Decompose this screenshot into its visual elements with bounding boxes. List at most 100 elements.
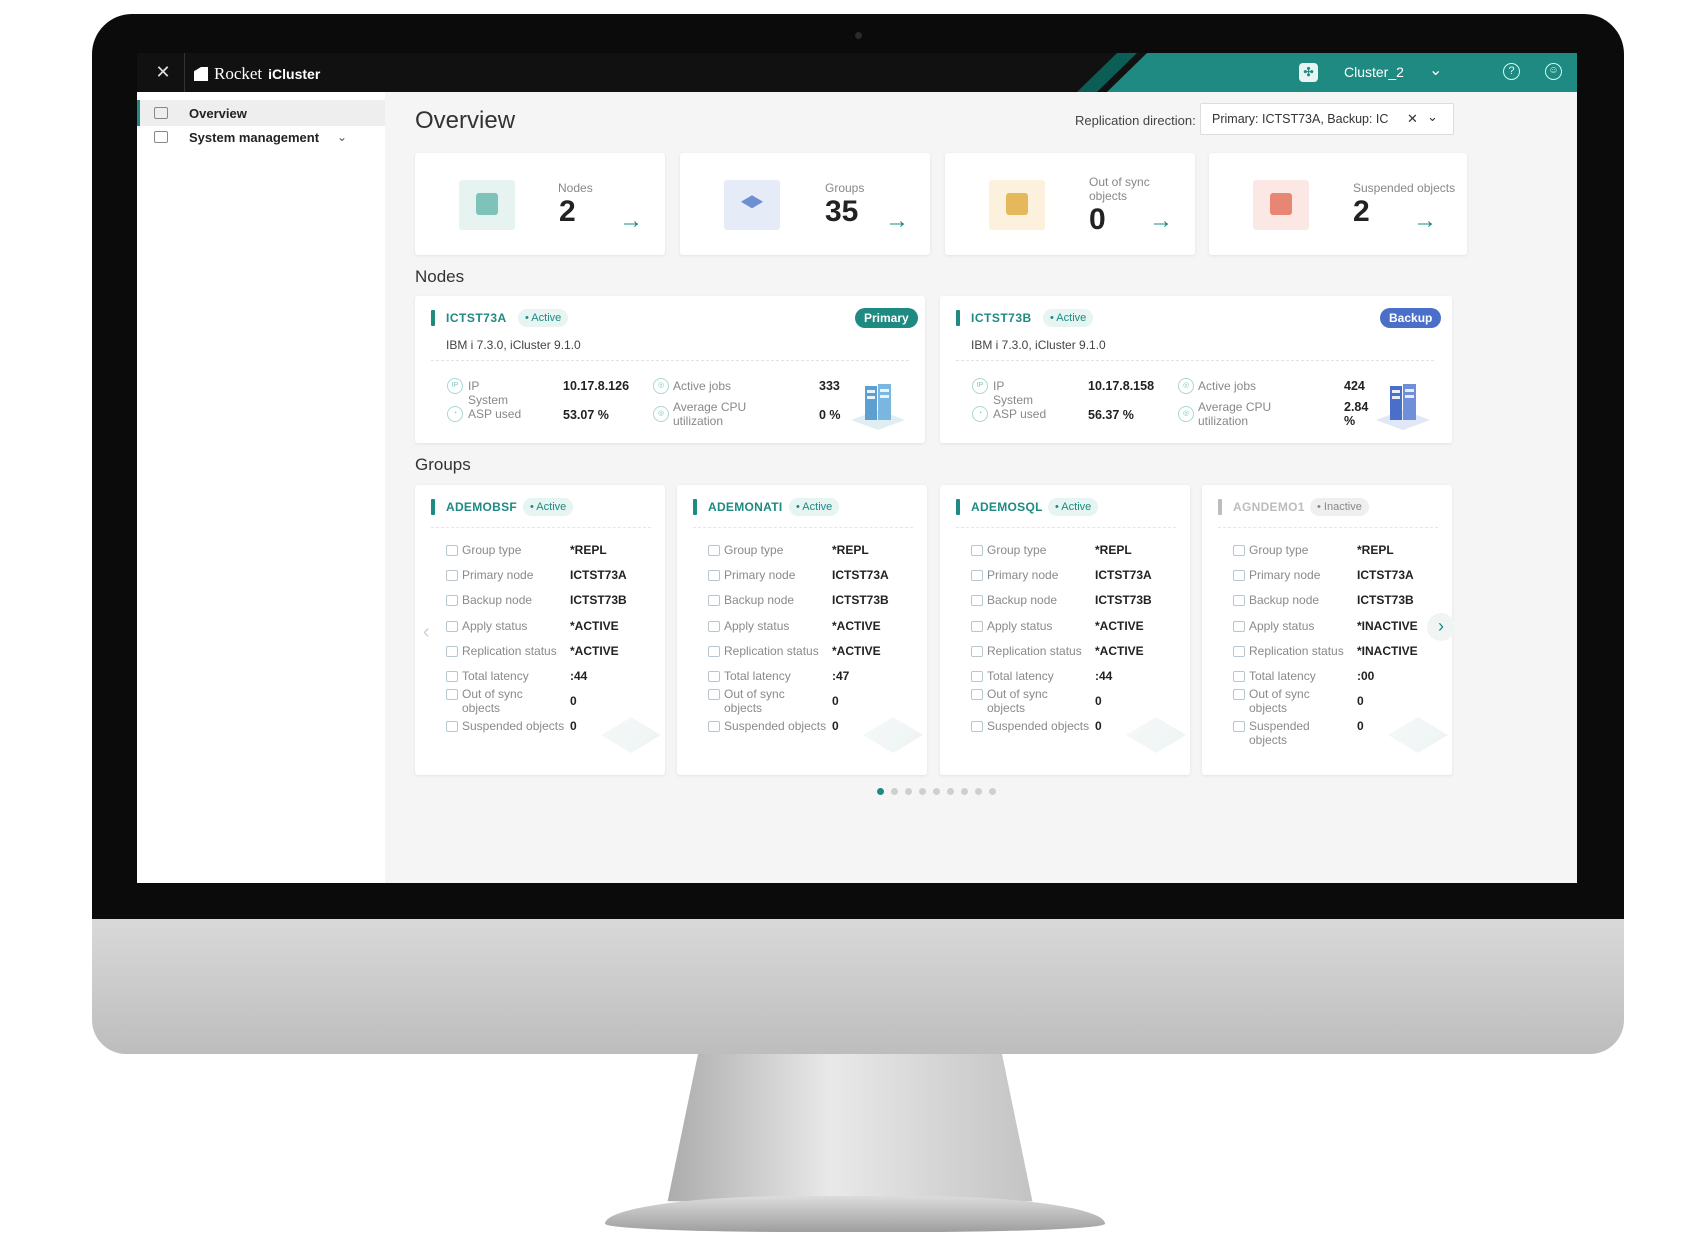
carousel-dot[interactable] — [989, 788, 996, 795]
app-screen: ✕ Rocket iCluster ✣ Cluster_2 ⌄ ? ☺ Over… — [137, 53, 1577, 883]
chevron-down-icon[interactable]: ⌄ — [1427, 109, 1438, 125]
group-field-value: 0 — [1357, 694, 1364, 708]
carousel-dot[interactable] — [975, 788, 982, 795]
layers-icon — [724, 180, 780, 230]
group-field-label: Apply status — [987, 619, 1053, 633]
group-field-value: *REPL — [570, 543, 607, 557]
jobs-label: Active jobs — [1198, 379, 1257, 393]
cpu-label: Average CPU utilization — [673, 400, 747, 428]
node-name[interactable]: ICTST73B — [971, 311, 1032, 325]
stat-card-groups[interactable]: Groups 35 → — [680, 153, 930, 255]
server-illustration — [851, 384, 905, 430]
group-field-label: Total latency — [462, 669, 529, 683]
node-version: IBM i 7.3.0, iCluster 9.1.0 — [446, 338, 581, 352]
arrow-right-icon[interactable]: → — [885, 207, 909, 235]
suspended-icon — [446, 721, 458, 732]
group-field-label: Out of sync objects — [462, 687, 523, 715]
group-type-icon — [708, 545, 720, 556]
group-field-value: ICTST73A — [570, 568, 627, 582]
carousel-dot[interactable] — [919, 788, 926, 795]
monitor-chin — [92, 919, 1624, 1054]
group-field-value: :00 — [1357, 669, 1375, 683]
stat-card-out-of-sync[interactable]: Out of sync objects 0 → — [945, 153, 1195, 255]
group-card[interactable]: ADEMONATI • Active Group type *REPL Primary … — [677, 485, 927, 775]
divider — [431, 527, 651, 528]
group-field-value: ICTST73B — [1357, 593, 1414, 607]
group-field-label: Group type — [462, 543, 522, 557]
stat-card-suspended[interactable]: Suspended objects 2 → — [1209, 153, 1467, 255]
group-field-label: Replication status — [462, 644, 557, 658]
stat-card-nodes[interactable]: Nodes 2 → — [415, 153, 665, 255]
carousel-dot[interactable] — [933, 788, 940, 795]
clock-icon — [446, 671, 458, 682]
group-field-value: ICTST73A — [1095, 568, 1152, 582]
group-field-value: *INACTIVE — [1357, 644, 1418, 658]
carousel-dot[interactable] — [877, 788, 884, 795]
arrow-right-icon[interactable]: → — [1149, 207, 1173, 235]
node-version: IBM i 7.3.0, iCluster 9.1.0 — [971, 338, 1106, 352]
asp-value: 53.07 % — [563, 408, 609, 422]
arrow-right-icon[interactable]: → — [619, 207, 643, 235]
group-name[interactable]: ADEMONATI — [708, 500, 782, 514]
jobs-label: Active jobs — [673, 379, 732, 393]
group-name[interactable]: ADEMOBSF — [446, 500, 517, 514]
stat-value: 2 — [1353, 195, 1370, 228]
group-card[interactable]: ADEMOSQL • Active Group type *REPL Primary n… — [940, 485, 1190, 775]
stat-value: 35 — [825, 195, 859, 228]
stat-value: 2 — [559, 195, 576, 228]
group-name[interactable]: ADEMOSQL — [971, 500, 1043, 514]
group-field-value: 0 — [570, 694, 577, 708]
cluster-selector[interactable]: Cluster_2 — [1344, 64, 1404, 80]
node-card[interactable]: ICTST73B • Active Backup IBM i 7.3.0, iC… — [940, 296, 1452, 443]
status-bar — [956, 499, 960, 515]
node-name[interactable]: ICTST73A — [446, 311, 507, 325]
carousel-dot[interactable] — [891, 788, 898, 795]
jobs-icon: ◎ — [653, 378, 669, 394]
group-field-value: *ACTIVE — [832, 644, 881, 658]
sidebar: Overview System management ⌄ — [137, 92, 385, 883]
user-icon[interactable]: ☺ — [1545, 63, 1562, 80]
group-field-label: Apply status — [462, 619, 528, 633]
jobs-icon: ◎ — [1178, 378, 1194, 394]
apply-status-icon — [1233, 621, 1245, 632]
section-title-nodes: Nodes — [415, 267, 465, 286]
sidebar-item-system-management[interactable]: System management ⌄ — [137, 124, 385, 150]
carousel-dot[interactable] — [961, 788, 968, 795]
apply-status-icon — [446, 621, 458, 632]
backup-node-icon — [708, 595, 720, 606]
group-field-label: Group type — [724, 543, 784, 557]
group-card[interactable]: AGNDEMO1 • Inactive Group type *REPL Primary… — [1202, 485, 1452, 775]
chevron-down-icon[interactable]: ⌄ — [1429, 60, 1442, 80]
group-field-value: 0 — [570, 719, 577, 733]
divider — [956, 360, 1434, 361]
chevron-left-icon[interactable]: ‹ — [423, 621, 430, 644]
card-decoration — [1388, 717, 1448, 753]
cluster-icon[interactable]: ✣ — [1299, 63, 1318, 82]
help-icon[interactable]: ? — [1503, 63, 1520, 80]
node-card[interactable]: ICTST73A • Active Primary IBM i 7.3.0, i… — [415, 296, 925, 443]
chevron-down-icon[interactable]: ⌄ — [337, 130, 347, 144]
chevron-right-icon[interactable]: › — [1427, 613, 1455, 641]
group-field-value: :44 — [570, 669, 588, 683]
clear-icon[interactable]: ✕ — [1407, 111, 1418, 127]
close-icon[interactable]: ✕ — [153, 62, 173, 82]
stat-label: Out of sync objects — [1089, 175, 1150, 203]
carousel-pagination — [877, 788, 996, 795]
monitor-icon — [154, 131, 168, 143]
sidebar-item-overview[interactable]: Overview — [137, 100, 385, 126]
stat-label: Nodes — [558, 181, 593, 195]
replication-direction-select[interactable]: Primary: ICTST73A, Backup: IC ✕ ⌄ — [1200, 103, 1454, 135]
role-badge: Primary — [855, 308, 918, 328]
group-field-label: Total latency — [987, 669, 1054, 683]
group-name[interactable]: AGNDEMO1 — [1233, 500, 1305, 514]
primary-node-icon — [1233, 570, 1245, 581]
group-field-value: *REPL — [1095, 543, 1132, 557]
carousel-dot[interactable] — [905, 788, 912, 795]
group-field-label: Apply status — [1249, 619, 1315, 633]
group-card[interactable]: ADEMOBSF • Active Group type *REPL Primary n… — [415, 485, 665, 775]
carousel-dot[interactable] — [947, 788, 954, 795]
primary-node-icon — [708, 570, 720, 581]
status-bar — [956, 310, 960, 326]
asp-value: 56.37 % — [1088, 408, 1134, 422]
arrow-right-icon[interactable]: → — [1413, 207, 1437, 235]
